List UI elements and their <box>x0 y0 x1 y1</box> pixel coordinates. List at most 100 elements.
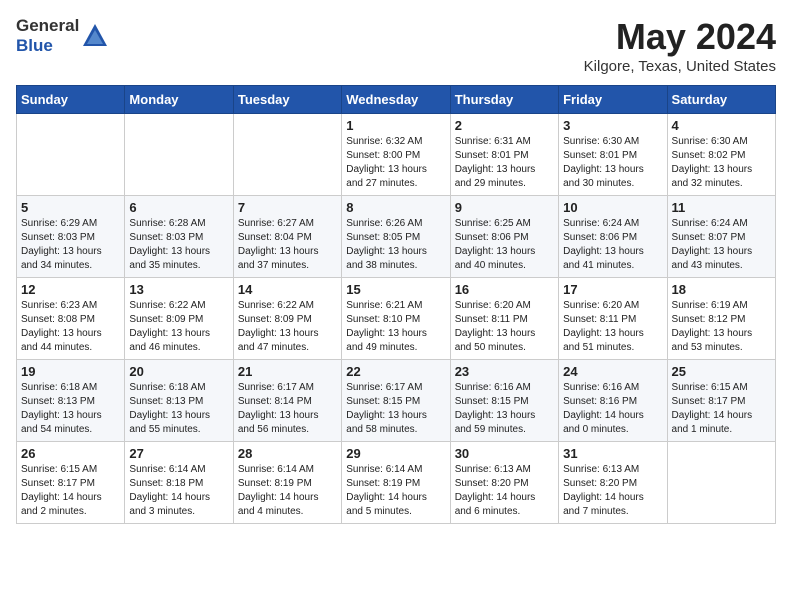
cell-content-line: and 4 minutes. <box>238 505 337 519</box>
cell-content-line: Daylight: 14 hours <box>563 409 662 423</box>
cell-content-line: and 34 minutes. <box>21 259 120 273</box>
logo-icon <box>81 22 109 50</box>
cell-content-line: Sunset: 8:13 PM <box>21 395 120 409</box>
day-number: 31 <box>563 446 662 461</box>
cell-content-line: Sunrise: 6:15 AM <box>672 381 771 395</box>
calendar-cell: 23Sunrise: 6:16 AMSunset: 8:15 PMDayligh… <box>450 360 558 442</box>
cell-content-line: Sunset: 8:17 PM <box>21 477 120 491</box>
calendar-cell: 7Sunrise: 6:27 AMSunset: 8:04 PMDaylight… <box>233 196 341 278</box>
cell-content-line: Sunrise: 6:18 AM <box>129 381 228 395</box>
day-number: 5 <box>21 200 120 215</box>
cell-content-line: Daylight: 13 hours <box>21 245 120 259</box>
cell-content-line: Sunrise: 6:31 AM <box>455 135 554 149</box>
calendar-cell: 28Sunrise: 6:14 AMSunset: 8:19 PMDayligh… <box>233 442 341 524</box>
cell-content-line: and 7 minutes. <box>563 505 662 519</box>
cell-content-line: and 3 minutes. <box>129 505 228 519</box>
cell-content-line: Sunrise: 6:17 AM <box>346 381 445 395</box>
cell-content-line: Sunrise: 6:17 AM <box>238 381 337 395</box>
calendar-cell: 19Sunrise: 6:18 AMSunset: 8:13 PMDayligh… <box>17 360 125 442</box>
calendar-cell: 13Sunrise: 6:22 AMSunset: 8:09 PMDayligh… <box>125 278 233 360</box>
cell-content-line: and 50 minutes. <box>455 341 554 355</box>
calendar-cell: 18Sunrise: 6:19 AMSunset: 8:12 PMDayligh… <box>667 278 775 360</box>
cell-content-line: Sunrise: 6:24 AM <box>672 217 771 231</box>
cell-content-line: and 32 minutes. <box>672 177 771 191</box>
cell-content-line: Sunset: 8:06 PM <box>563 231 662 245</box>
day-number: 16 <box>455 282 554 297</box>
title-block: May 2024 Kilgore, Texas, United States <box>584 16 776 75</box>
cell-content-line: Sunrise: 6:23 AM <box>21 299 120 313</box>
weekday-header-thursday: Thursday <box>450 86 558 114</box>
cell-content-line: and 38 minutes. <box>346 259 445 273</box>
cell-content-line: Daylight: 13 hours <box>672 245 771 259</box>
cell-content-line: Daylight: 13 hours <box>238 409 337 423</box>
cell-content-line: and 47 minutes. <box>238 341 337 355</box>
day-number: 6 <box>129 200 228 215</box>
cell-content-line: Sunrise: 6:20 AM <box>455 299 554 313</box>
page-header: General Blue May 2024 Kilgore, Texas, Un… <box>16 16 776 75</box>
month-title: May 2024 <box>584 16 776 58</box>
cell-content-line: Sunset: 8:01 PM <box>563 149 662 163</box>
cell-content-line: Daylight: 14 hours <box>672 409 771 423</box>
calendar-cell: 17Sunrise: 6:20 AMSunset: 8:11 PMDayligh… <box>559 278 667 360</box>
cell-content-line: and 44 minutes. <box>21 341 120 355</box>
day-number: 13 <box>129 282 228 297</box>
calendar-cell: 1Sunrise: 6:32 AMSunset: 8:00 PMDaylight… <box>342 114 450 196</box>
day-number: 9 <box>455 200 554 215</box>
cell-content-line: Sunset: 8:19 PM <box>346 477 445 491</box>
weekday-header-wednesday: Wednesday <box>342 86 450 114</box>
cell-content-line: Sunset: 8:09 PM <box>129 313 228 327</box>
day-number: 27 <box>129 446 228 461</box>
cell-content-line: Sunrise: 6:30 AM <box>672 135 771 149</box>
cell-content-line: Sunrise: 6:26 AM <box>346 217 445 231</box>
cell-content-line: Sunset: 8:15 PM <box>346 395 445 409</box>
cell-content-line: Daylight: 13 hours <box>238 327 337 341</box>
calendar-cell <box>125 114 233 196</box>
cell-content-line: Daylight: 13 hours <box>455 327 554 341</box>
cell-content-line: Sunset: 8:02 PM <box>672 149 771 163</box>
cell-content-line: Daylight: 13 hours <box>455 163 554 177</box>
cell-content-line: Daylight: 13 hours <box>238 245 337 259</box>
day-number: 4 <box>672 118 771 133</box>
day-number: 12 <box>21 282 120 297</box>
calendar-cell: 25Sunrise: 6:15 AMSunset: 8:17 PMDayligh… <box>667 360 775 442</box>
cell-content-line: Sunset: 8:01 PM <box>455 149 554 163</box>
cell-content-line: Sunset: 8:13 PM <box>129 395 228 409</box>
calendar-cell: 12Sunrise: 6:23 AMSunset: 8:08 PMDayligh… <box>17 278 125 360</box>
cell-content-line: Daylight: 13 hours <box>455 245 554 259</box>
day-number: 11 <box>672 200 771 215</box>
cell-content-line: Sunset: 8:03 PM <box>129 231 228 245</box>
day-number: 22 <box>346 364 445 379</box>
cell-content-line: Sunset: 8:07 PM <box>672 231 771 245</box>
cell-content-line: Sunrise: 6:30 AM <box>563 135 662 149</box>
weekday-header-saturday: Saturday <box>667 86 775 114</box>
calendar-cell: 5Sunrise: 6:29 AMSunset: 8:03 PMDaylight… <box>17 196 125 278</box>
cell-content-line: Sunrise: 6:19 AM <box>672 299 771 313</box>
cell-content-line: Sunrise: 6:21 AM <box>346 299 445 313</box>
day-number: 21 <box>238 364 337 379</box>
cell-content-line: Sunset: 8:20 PM <box>563 477 662 491</box>
weekday-header-monday: Monday <box>125 86 233 114</box>
cell-content-line: Daylight: 13 hours <box>672 163 771 177</box>
calendar-cell: 11 Sunrise: 6:24 AMSunset: 8:07 PMDayligh… <box>667 196 775 278</box>
cell-content-line: Sunrise: 6:13 AM <box>455 463 554 477</box>
weekday-header-friday: Friday <box>559 86 667 114</box>
cell-content-line: and 54 minutes. <box>21 423 120 437</box>
calendar-cell: 26Sunrise: 6:15 AMSunset: 8:17 PMDayligh… <box>17 442 125 524</box>
cell-content-line: Sunrise: 6:32 AM <box>346 135 445 149</box>
cell-content-line: Daylight: 13 hours <box>563 327 662 341</box>
calendar-cell: 22Sunrise: 6:17 AMSunset: 8:15 PMDayligh… <box>342 360 450 442</box>
calendar-cell: 4 Sunrise: 6:30 AMSunset: 8:02 PMDaylight… <box>667 114 775 196</box>
cell-content-line: Sunrise: 6:24 AM <box>563 217 662 231</box>
cell-content-line: and 29 minutes. <box>455 177 554 191</box>
calendar-cell: 14Sunrise: 6:22 AMSunset: 8:09 PMDayligh… <box>233 278 341 360</box>
cell-content-line: Sunset: 8:09 PM <box>238 313 337 327</box>
calendar-cell: 20Sunrise: 6:18 AMSunset: 8:13 PMDayligh… <box>125 360 233 442</box>
cell-content-line: Sunset: 8:06 PM <box>455 231 554 245</box>
calendar-cell: 6Sunrise: 6:28 AMSunset: 8:03 PMDaylight… <box>125 196 233 278</box>
cell-content-line: and 51 minutes. <box>563 341 662 355</box>
cell-content-line: Sunset: 8:05 PM <box>346 231 445 245</box>
cell-content-line: Daylight: 13 hours <box>563 245 662 259</box>
calendar-cell: 15Sunrise: 6:21 AMSunset: 8:10 PMDayligh… <box>342 278 450 360</box>
cell-content-line: Daylight: 13 hours <box>129 245 228 259</box>
cell-content-line: and 35 minutes. <box>129 259 228 273</box>
